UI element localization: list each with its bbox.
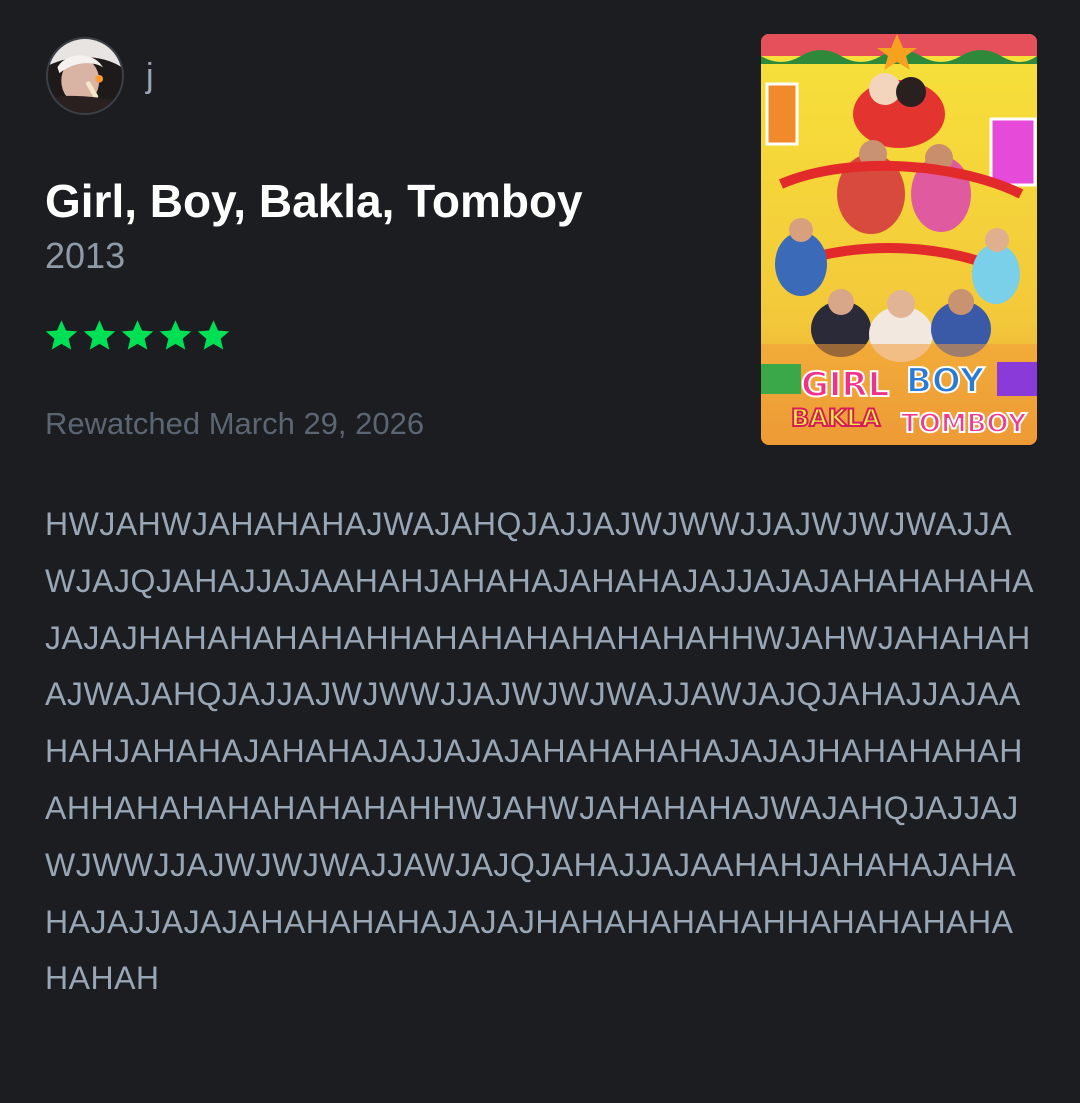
- film-poster-icon: GIRL BOY BAKLA TOMBOY: [761, 34, 1037, 445]
- star-icon: [121, 320, 154, 350]
- film-poster[interactable]: GIRL BOY BAKLA TOMBOY: [761, 34, 1037, 445]
- review-text: HWJAHWJAHAHAHAJWAJAHQJAJJAJWJWWJJAJWJWJW…: [45, 506, 1035, 997]
- poster-logo-bakla: BAKLA: [791, 404, 881, 432]
- avatar[interactable]: [46, 37, 124, 115]
- star-rating: [44, 318, 231, 353]
- film-year[interactable]: 2013: [45, 234, 125, 278]
- poster-logo-girl: GIRL: [801, 365, 889, 405]
- poster-logo-tomboy: TOMBOY: [901, 409, 1028, 439]
- user-avatar-icon: [48, 39, 122, 113]
- watch-date: Rewatched March 29, 2026: [45, 406, 425, 441]
- star-icon: [83, 320, 116, 350]
- star-icon: [197, 320, 230, 350]
- username[interactable]: j: [146, 56, 154, 96]
- poster-logo-boy: BOY: [906, 361, 985, 401]
- star-icon: [45, 320, 78, 350]
- film-title[interactable]: Girl, Boy, Bakla, Tomboy: [45, 173, 583, 229]
- star-icon: [159, 320, 192, 350]
